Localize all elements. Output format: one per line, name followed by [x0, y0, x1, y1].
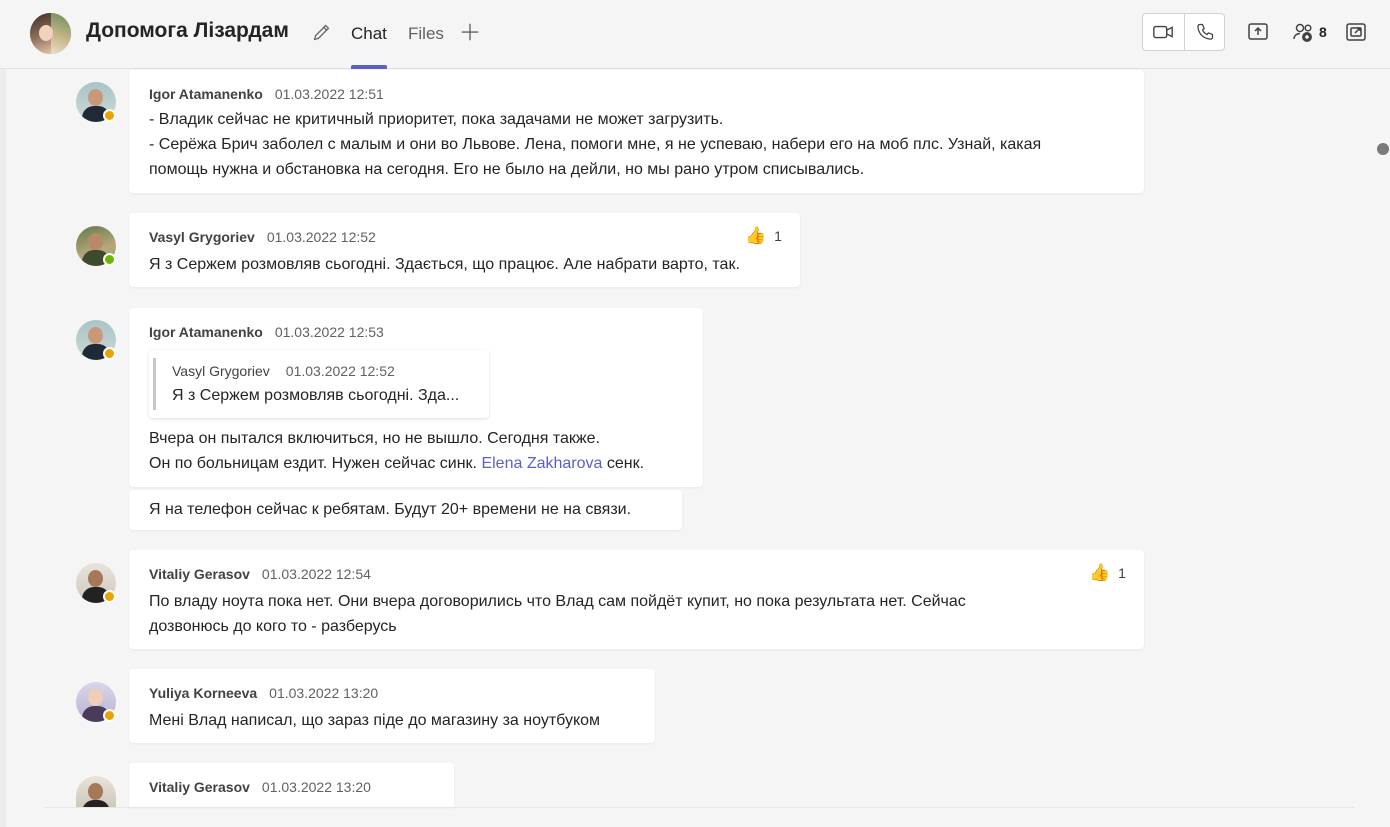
left-rail-edge: [0, 69, 6, 827]
quoted-reply[interactable]: Vasyl Grygoriev 01.03.2022 12:52 Я з Серж…: [149, 350, 489, 418]
active-tab-indicator: [351, 65, 387, 69]
message-line: По владу ноута пока нет. Они вчера догов…: [149, 593, 966, 610]
chat-title: Допомога Лізардам: [86, 19, 289, 42]
mention-link[interactable]: Elena Zakharova: [481, 455, 602, 472]
message-bubble-followup[interactable]: Я на телефон сейчас к ребятам. Будут 20+…: [129, 490, 682, 530]
message-bubble[interactable]: Vitaliy Gerasov 01.03.2022 12:54 👍 1 По вл…: [129, 550, 1144, 649]
add-tab-plus-icon[interactable]: [459, 21, 481, 43]
thumbs-up-icon: 👍: [745, 226, 767, 245]
message-timestamp: 01.03.2022 12:53: [274, 324, 384, 340]
call-button-group: [1142, 13, 1225, 51]
message-line: дозвонюсь до кого то - разберусь: [149, 618, 397, 635]
group-avatar[interactable]: [30, 13, 71, 54]
message-line: Я на телефон сейчас к ребятам. Будут 20+…: [149, 501, 632, 518]
message-line: Мені Влад написал, що зараз піде до мага…: [149, 712, 601, 729]
message-line: - Владик сейчас не критичный приоритет, …: [149, 111, 724, 128]
message-author: Yuliya Korneeva: [149, 685, 258, 701]
share-screen-icon[interactable]: [1246, 20, 1270, 44]
message-author: Vitaliy Gerasov: [149, 779, 250, 795]
video-camera-icon: [1153, 25, 1173, 39]
chat-header: Допомога Лізардам Chat Files 8: [0, 0, 1390, 69]
reaction-count: 1: [774, 228, 782, 244]
thumbs-up-icon: 👍: [1089, 563, 1111, 582]
message-bubble[interactable]: Yuliya Korneeva 01.03.2022 13:20 Мені Вла…: [129, 669, 655, 743]
audio-call-button[interactable]: [1185, 14, 1225, 50]
message-timestamp: 01.03.2022 12:54: [261, 566, 371, 582]
compose-divider: [44, 807, 1354, 808]
message-line: помощь нужна и обстановка на сегодня. Ег…: [149, 161, 865, 178]
status-away-badge: [103, 347, 116, 360]
message-timestamp: 01.03.2022 13:20: [269, 685, 379, 701]
phone-icon: [1197, 23, 1214, 40]
message-bubble[interactable]: Igor Atamanenko 01.03.2022 12:53 Vasyl Gr…: [129, 308, 703, 487]
status-available-badge: [103, 253, 116, 266]
message-author: Vasyl Grygoriev: [149, 229, 255, 245]
scrollbar-thumb[interactable]: [1377, 143, 1389, 155]
avatar-vitaliy-gerasov[interactable]: [76, 776, 116, 807]
people-add-icon[interactable]: [1292, 20, 1316, 44]
message-timestamp: 01.03.2022 12:51: [274, 86, 384, 102]
quote-timestamp: 01.03.2022 12:52: [285, 363, 395, 379]
message-line: Я з Сержем розмовляв сьогодні. Здається,…: [149, 256, 740, 273]
quote-text: Я з Сержем розмовляв сьогодні. Зда...: [172, 387, 460, 404]
message-bubble[interactable]: Vitaliy Gerasov 01.03.2022 13:20: [129, 763, 454, 807]
status-away-badge: [103, 709, 116, 722]
reaction-badge[interactable]: 👍 1: [1089, 563, 1126, 583]
message-line: Он по больницам ездит. Нужен сейчас синк…: [149, 455, 645, 472]
message-timestamp: 01.03.2022 13:20: [261, 779, 371, 795]
participants-count: 8: [1319, 24, 1327, 40]
edit-pencil-icon[interactable]: [311, 21, 333, 43]
message-line: - Серёжа Брич заболел с малым и они во Л…: [149, 136, 1042, 153]
message-author: Vitaliy Gerasov: [149, 566, 250, 582]
reaction-badge[interactable]: 👍 1: [745, 226, 782, 246]
message-timestamp: 01.03.2022 12:52: [266, 229, 376, 245]
video-call-button[interactable]: [1143, 14, 1183, 50]
message-line: Вчера он пытался включиться, но не вышло…: [149, 430, 600, 447]
tab-files[interactable]: Files: [408, 24, 444, 44]
status-away-badge: [103, 590, 116, 603]
quote-author: Vasyl Grygoriev: [172, 363, 270, 379]
pop-out-icon[interactable]: [1344, 20, 1368, 44]
message-bubble[interactable]: Igor Atamanenko 01.03.2022 12:51 - Владик…: [129, 70, 1144, 193]
status-away-badge: [103, 109, 116, 122]
reaction-count: 1: [1118, 565, 1126, 581]
message-author: Igor Atamanenko: [149, 86, 263, 102]
tab-chat[interactable]: Chat: [351, 24, 387, 44]
message-bubble[interactable]: Vasyl Grygoriev 01.03.2022 12:52 👍 1 Я з С…: [129, 213, 800, 287]
message-author: Igor Atamanenko: [149, 324, 263, 340]
